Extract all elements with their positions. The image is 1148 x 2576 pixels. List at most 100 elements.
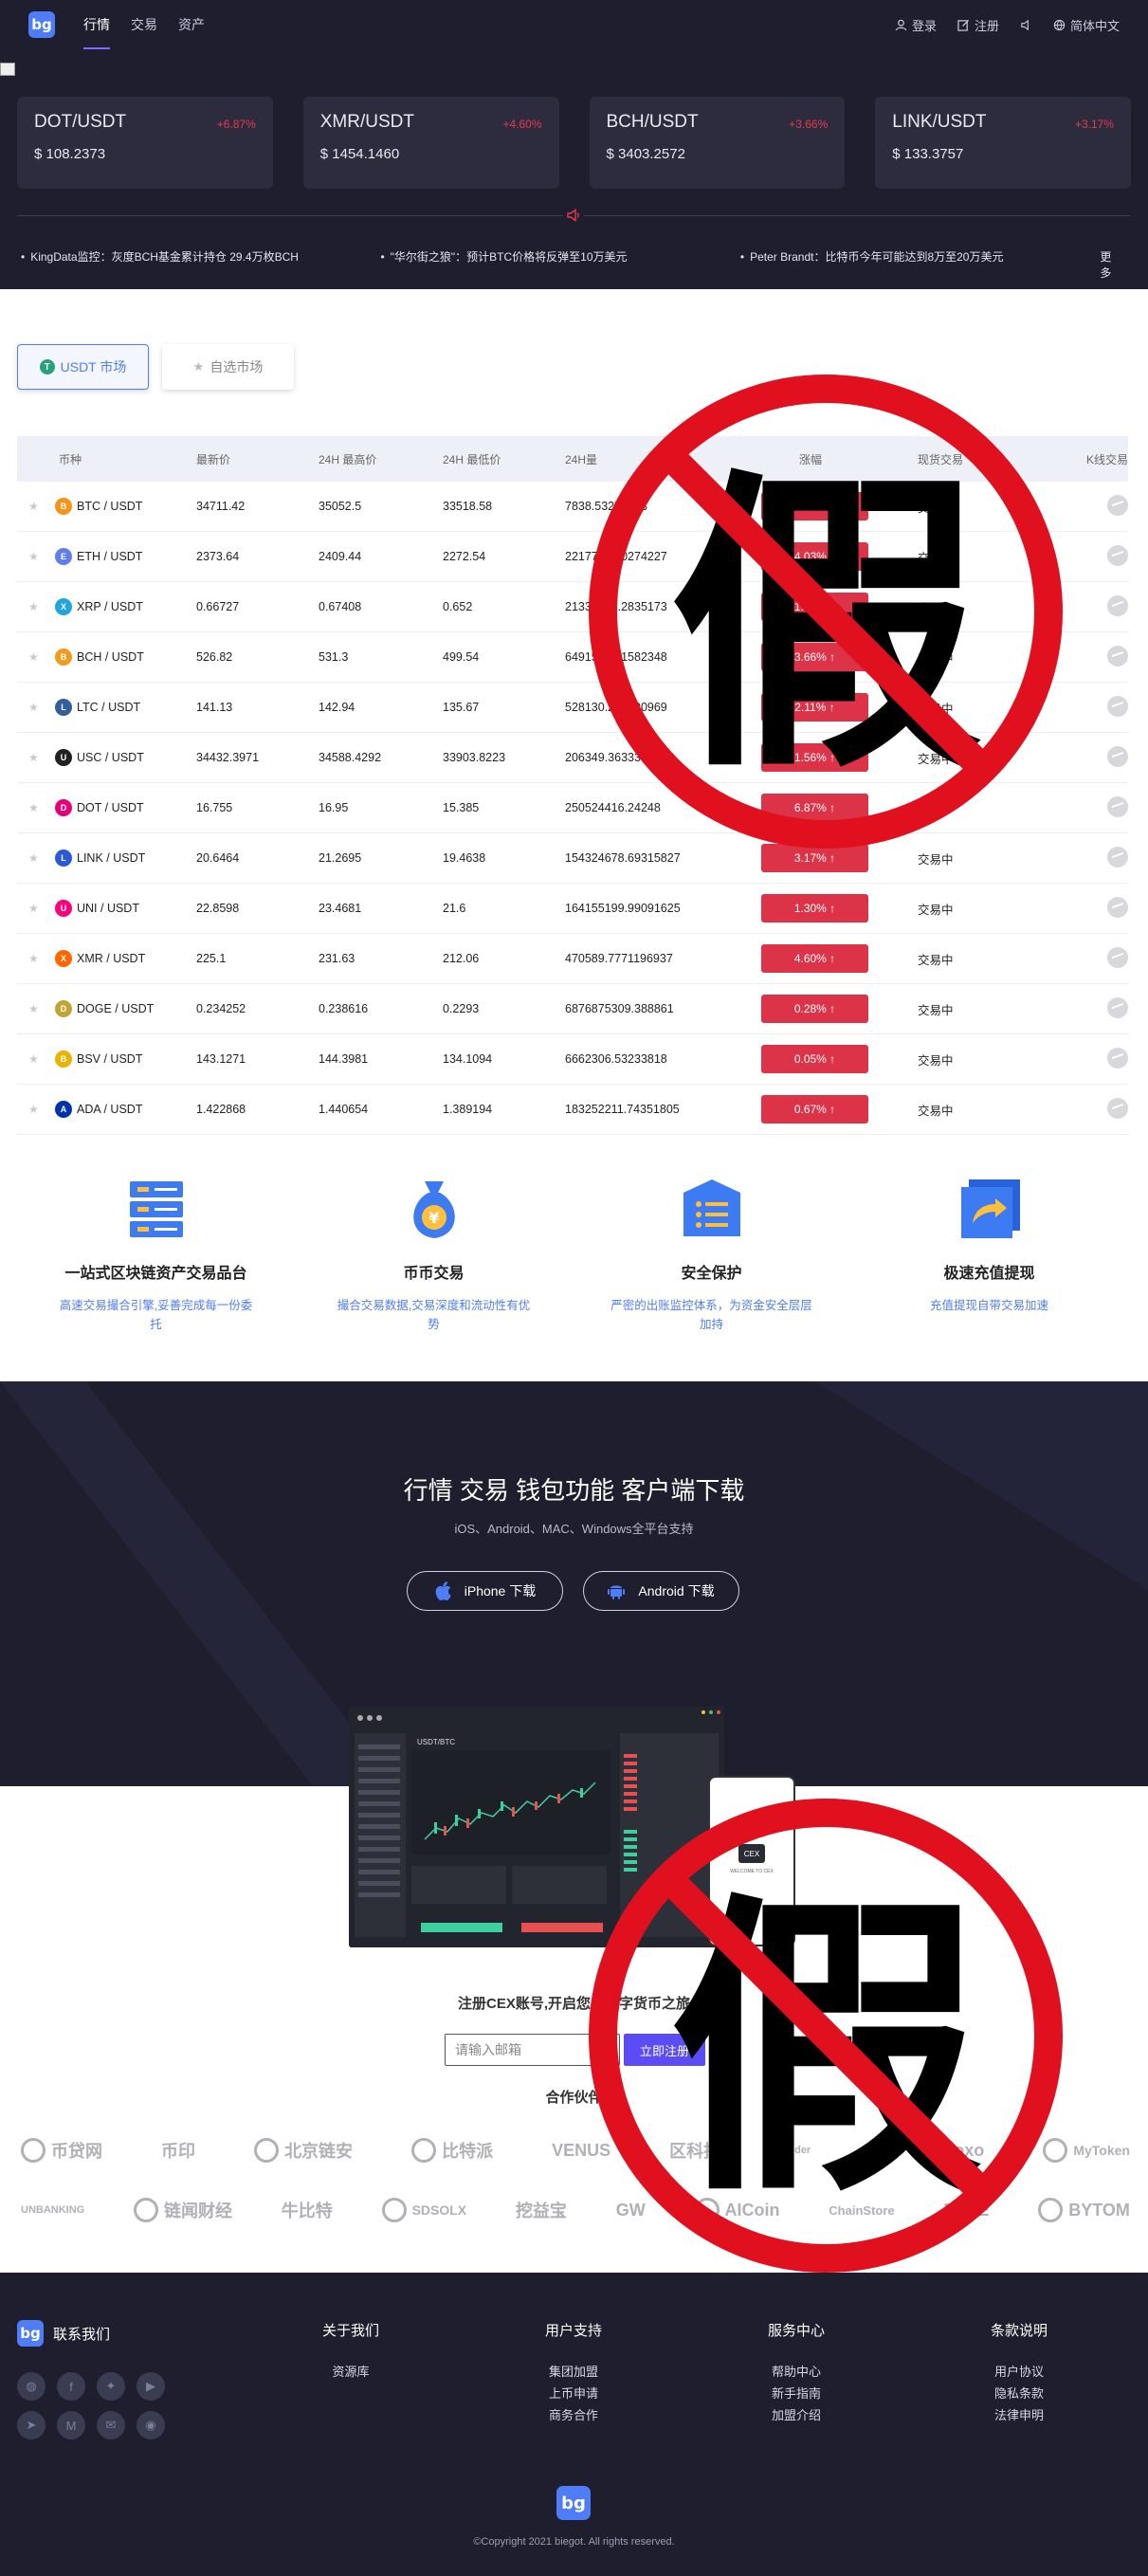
change-badge[interactable]: 0.28% ↑ — [761, 995, 868, 1023]
android-download-button[interactable]: Android 下载 — [583, 1571, 739, 1611]
low-price: 33903.8223 — [443, 751, 506, 764]
table-row[interactable]: ★ D DOGE / USDT 0.234252 0.238616 0.2293 68768… — [17, 984, 1128, 1034]
partner-logo[interactable]: 挖益宝 — [516, 2198, 567, 2222]
favorite-star-icon[interactable]: ★ — [17, 550, 42, 563]
youtube-icon[interactable]: ▶ — [137, 2372, 165, 2401]
wechat-icon[interactable]: ◍ — [17, 2372, 46, 2401]
favorite-star-icon[interactable]: ★ — [17, 600, 42, 613]
spot-status[interactable]: 交易中 — [899, 1050, 1060, 1069]
kline-chart-icon[interactable] — [1107, 695, 1128, 717]
ticker-price: $ 133.3757 — [892, 146, 964, 162]
partner-logo[interactable]: 北京链安 — [254, 2138, 353, 2163]
last-price: 2373.64 — [196, 550, 240, 563]
iphone-download-button[interactable]: iPhone 下载 — [407, 1571, 563, 1611]
change-badge[interactable]: 0.67% ↑ — [761, 1095, 868, 1124]
news-item[interactable]: Peter Brandt：比特币今年可能达到8万至20万美元 — [740, 248, 1100, 281]
kline-chart-icon[interactable] — [1107, 996, 1128, 1018]
kline-chart-icon[interactable] — [1107, 846, 1128, 868]
footer-link[interactable]: 加盟介绍 — [758, 2404, 834, 2426]
nav-markets[interactable]: 行情 — [83, 15, 110, 49]
volume: 6662306.53233818 — [565, 1052, 667, 1066]
speaker-icon — [1021, 19, 1029, 30]
favorite-star-icon[interactable]: ★ — [17, 650, 42, 664]
kline-chart-icon[interactable] — [1107, 896, 1128, 918]
favorite-star-icon[interactable]: ★ — [17, 902, 42, 915]
favorite-star-icon[interactable]: ★ — [17, 701, 42, 714]
sound-toggle[interactable] — [1020, 19, 1032, 31]
partner-logo[interactable]: 币贷网 — [21, 2138, 102, 2163]
login-link[interactable]: 登录 — [895, 16, 937, 34]
email-icon[interactable]: ✉ — [97, 2411, 125, 2439]
footer-link[interactable]: 集团加盟 — [536, 2361, 611, 2383]
spot-status[interactable]: 交易中 — [899, 950, 1060, 968]
footer-link[interactable]: 隐私条款 — [981, 2383, 1057, 2404]
ticker-card[interactable]: XMR/USDT +4.60% $ 1454.1460 — [302, 97, 559, 189]
ticker-card[interactable]: BCH/USDT +3.66% $ 3403.2572 — [589, 97, 846, 189]
spot-status[interactable]: 交易中 — [899, 1101, 1060, 1119]
kline-chart-icon[interactable] — [1107, 795, 1128, 817]
kline-chart-icon[interactable] — [1107, 544, 1128, 566]
footer-link[interactable]: 法律申明 — [981, 2404, 1057, 2426]
footer-link[interactable]: 用户协议 — [981, 2361, 1057, 2383]
kline-chart-icon[interactable] — [1107, 946, 1128, 968]
kline-cell — [1060, 896, 1128, 921]
ticker-card[interactable]: DOT/USDT +6.87% $ 108.2373 — [17, 97, 273, 189]
nav-right: 登录 注册 简体中文 — [895, 16, 1120, 34]
kline-chart-icon[interactable] — [1107, 645, 1128, 667]
nav-assets[interactable]: 资产 — [178, 15, 205, 34]
footer-link[interactable]: 上币申请 — [536, 2383, 611, 2404]
register-link[interactable]: 注册 — [957, 16, 999, 34]
medium-icon[interactable]: M — [57, 2411, 85, 2439]
partner-logo[interactable]: 链闻财经 — [134, 2198, 232, 2222]
footer-link[interactable]: 新手指南 — [758, 2383, 834, 2404]
favorite-star-icon[interactable]: ★ — [17, 500, 42, 513]
footer-link[interactable]: 帮助中心 — [758, 2361, 834, 2383]
apple-icon — [435, 1581, 451, 1600]
twitter-icon[interactable]: ✦ — [97, 2372, 125, 2401]
pair-cell: E ETH / USDT — [42, 548, 196, 565]
features: 一站式区块链资产交易品台 高速交易撮合引擎,妥善完成每一份委托 ¥ 币币交易 撮… — [17, 1176, 1128, 1334]
partner-logo[interactable]: 币印 — [161, 2138, 195, 2163]
kline-chart-icon[interactable] — [1107, 1047, 1128, 1069]
change-badge[interactable]: 1.30% ↑ — [761, 894, 868, 923]
kline-chart-icon[interactable] — [1107, 494, 1128, 516]
partner-logo[interactable]: 牛比特 — [282, 2198, 333, 2222]
kline-chart-icon[interactable] — [1107, 594, 1128, 616]
site-logo[interactable]: bg — [28, 11, 55, 38]
weibo-icon[interactable]: ◉ — [137, 2411, 165, 2439]
favorite-star-icon[interactable]: ★ — [17, 801, 42, 814]
spot-status[interactable]: 交易中 — [899, 900, 1060, 918]
favorite-star-icon[interactable]: ★ — [17, 1052, 42, 1066]
table-row[interactable]: ★ B BSV / USDT 143.1271 144.3981 134.1094 6662… — [17, 1034, 1128, 1085]
favorite-star-icon[interactable]: ★ — [17, 851, 42, 865]
tab-favorites-market[interactable]: ★ 自选市场 — [162, 344, 294, 390]
favorite-star-icon[interactable]: ★ — [17, 751, 42, 764]
telegram-icon[interactable]: ➤ — [17, 2411, 46, 2439]
favorite-star-icon[interactable]: ★ — [17, 1002, 42, 1015]
footer-logo[interactable]: bg — [17, 2320, 44, 2347]
news-item[interactable]: "华尔街之狼"：预计BTC价格将反弹至10万美元 — [380, 248, 739, 281]
footer-link[interactable]: 商务合作 — [536, 2404, 611, 2426]
table-row[interactable]: ★ U UNI / USDT 22.8598 23.4681 21.6 164155199.… — [17, 884, 1128, 934]
table-row[interactable]: ★ X XMR / USDT 225.1 231.63 212.06 470589.7771… — [17, 934, 1128, 984]
change-badge[interactable]: 4.60% ↑ — [761, 944, 868, 973]
favorite-star-icon[interactable]: ★ — [17, 1103, 42, 1116]
spot-status[interactable]: 交易中 — [899, 1000, 1060, 1018]
footer-link[interactable]: 资源库 — [313, 2361, 389, 2383]
footer-bottom-logo[interactable]: bg — [556, 2486, 591, 2520]
news-more-link[interactable]: 更多 — [1100, 248, 1121, 281]
language-select[interactable]: 简体中文 — [1053, 16, 1120, 34]
table-row[interactable]: ★ A ADA / USDT 1.422868 1.440654 1.389194 1832… — [17, 1085, 1128, 1135]
news-item[interactable]: KingData监控：灰度BCH基金累计持仓 29.4万枚BCH — [21, 248, 380, 281]
kline-chart-icon[interactable] — [1107, 1097, 1128, 1119]
kline-chart-icon[interactable] — [1107, 745, 1128, 767]
partner-logo[interactable]: 比特派 — [411, 2138, 493, 2163]
nav-trade[interactable]: 交易 — [131, 15, 157, 34]
partner-logo[interactable]: UNBANKING — [21, 2204, 84, 2216]
favorite-star-icon[interactable]: ★ — [17, 952, 42, 965]
facebook-icon[interactable]: f — [57, 2372, 85, 2401]
tab-usdt-market[interactable]: T USDT 市场 — [17, 344, 149, 390]
change-badge[interactable]: 0.05% ↑ — [761, 1045, 868, 1073]
partner-logo[interactable]: SDSOLX — [381, 2198, 466, 2222]
ticker-card[interactable]: LINK/USDT +3.17% $ 133.3757 — [875, 97, 1131, 189]
